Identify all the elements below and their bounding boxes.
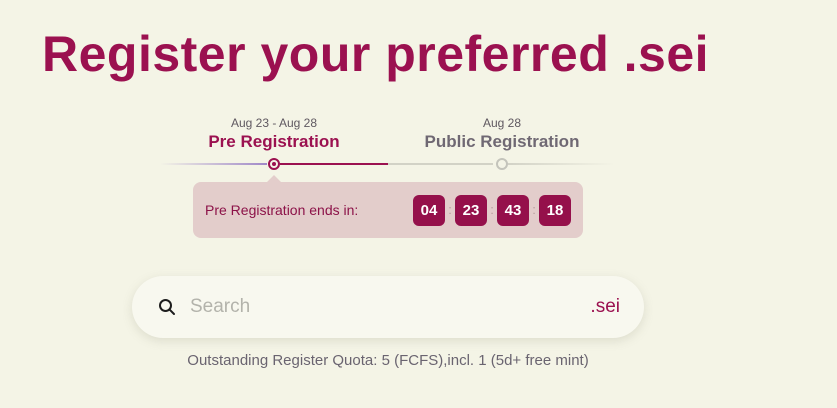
timeline-node-inactive — [496, 158, 508, 170]
countdown-separator: : — [532, 202, 536, 217]
countdown-separator: : — [448, 202, 452, 217]
stage-label: Public Registration — [424, 132, 580, 151]
search-bar[interactable]: .sei — [132, 276, 644, 338]
timeline-segment — [160, 163, 267, 165]
search-input[interactable] — [190, 292, 570, 322]
countdown-days: 04 — [413, 195, 445, 226]
countdown-seconds: 18 — [539, 195, 571, 226]
stage-public-registration: Aug 28 Public Registration — [425, 116, 580, 152]
registration-timeline — [160, 155, 615, 173]
stage-label: Pre Registration — [208, 132, 340, 151]
timeline-segment — [508, 163, 615, 165]
timeline-segment-progress — [280, 163, 388, 165]
search-icon — [158, 298, 176, 316]
countdown-separator: : — [490, 202, 494, 217]
stage-date: Aug 23 - Aug 28 — [230, 116, 318, 130]
register-quota-text: Outstanding Register Quota: 5 (FCFS),inc… — [187, 352, 589, 369]
countdown-hours: 23 — [455, 195, 487, 226]
register-page: Register your preferred .sei Aug 23 - Au… — [0, 0, 837, 408]
stage-pre-registration: Aug 23 - Aug 28 Pre Registration — [208, 116, 339, 152]
stage-date: Aug 28 — [482, 116, 522, 130]
domain-suffix: .sei — [590, 296, 620, 317]
page-title: Register your preferred .sei — [42, 26, 710, 82]
countdown-panel: Pre Registration ends in: 04 : 23 : 43 :… — [193, 175, 583, 238]
timeline-node-active — [268, 158, 280, 170]
countdown-label: Pre Registration ends in: — [205, 202, 359, 218]
countdown-minutes: 43 — [497, 195, 529, 226]
timeline-segment — [388, 163, 493, 165]
